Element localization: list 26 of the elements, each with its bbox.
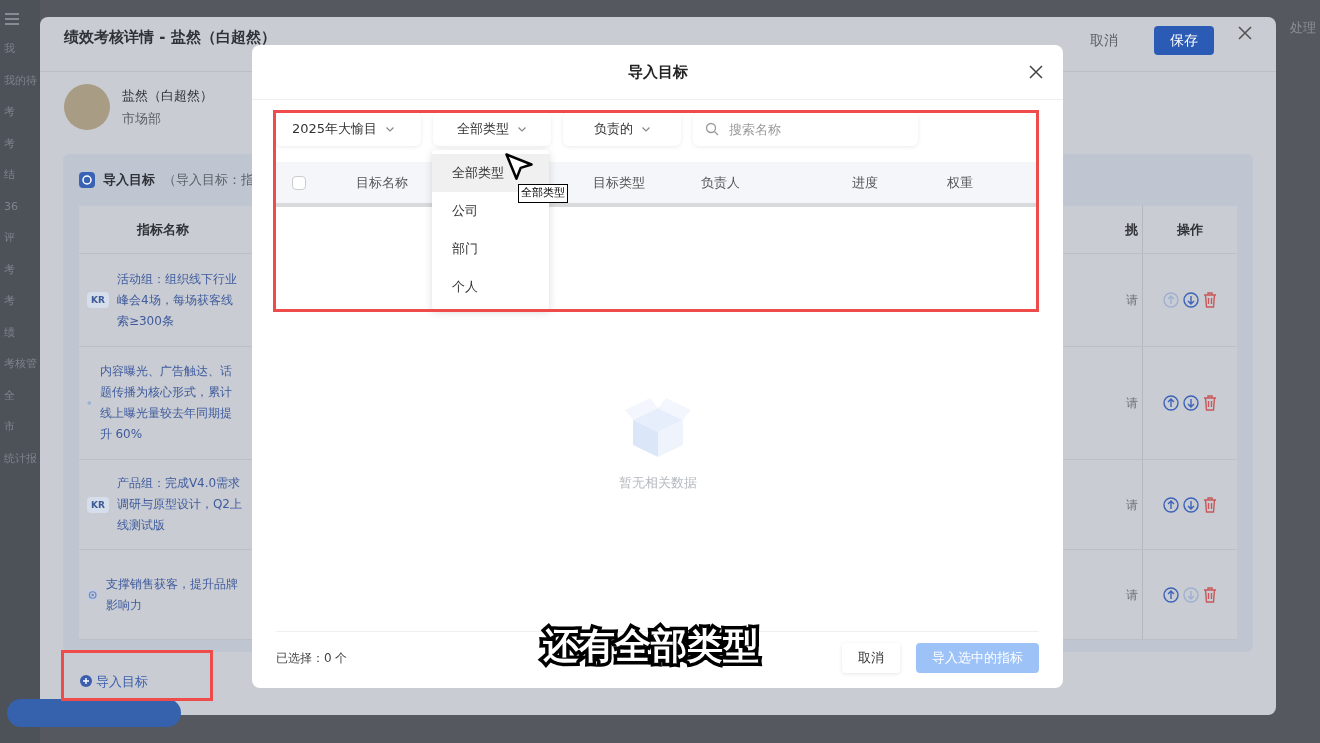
kr-badge: KR (87, 292, 109, 308)
table-cell-text: 请 (1126, 395, 1138, 412)
kr-badge: KR (87, 496, 109, 513)
column-header: 挑 (1124, 220, 1139, 239)
column-header: 目标名称 (356, 173, 408, 192)
modal-title: 导入目标 (627, 61, 688, 83)
column-header: 操作 (1142, 206, 1237, 253)
profile-name: 盐然（白超然） (122, 86, 213, 105)
table-cell-text: 请 (1126, 586, 1138, 604)
department-label: 市场部 (122, 110, 162, 128)
selected-count: 已选择：0 个 (276, 650, 348, 667)
column-header: 目标类型 (593, 173, 645, 192)
tooltip: 全部类型 (518, 184, 568, 203)
table-cell-text: 请 (1126, 496, 1138, 514)
column-header: 负责人 (701, 173, 740, 192)
column-header: 权重 (947, 173, 973, 192)
indicator-name: 支撑销售获客，提升品牌影响力 (106, 575, 240, 614)
table-cell-text: 请 (1126, 292, 1138, 309)
column-header: 指标名称 (135, 220, 190, 239)
drawer-title: 绩效考核详情 - 盐然（白超然） (64, 27, 276, 48)
indicator-name: 内容曝光、广告触达、话题传播为核心形式，累计线上曝光量较去年同期提升 60% (99, 363, 233, 443)
section-title: 导入目标 (103, 171, 155, 190)
indicator-name: 活动组：组织线下行业峰会4场，每场获客线索≥300条 (116, 270, 238, 330)
indicator-name: 产品组：完成V4.0需求调研与原型设计，Q2上线测试版 (116, 475, 243, 534)
empty-text: 暂无相关数据 (618, 474, 697, 493)
column-header: 进度 (852, 173, 878, 192)
